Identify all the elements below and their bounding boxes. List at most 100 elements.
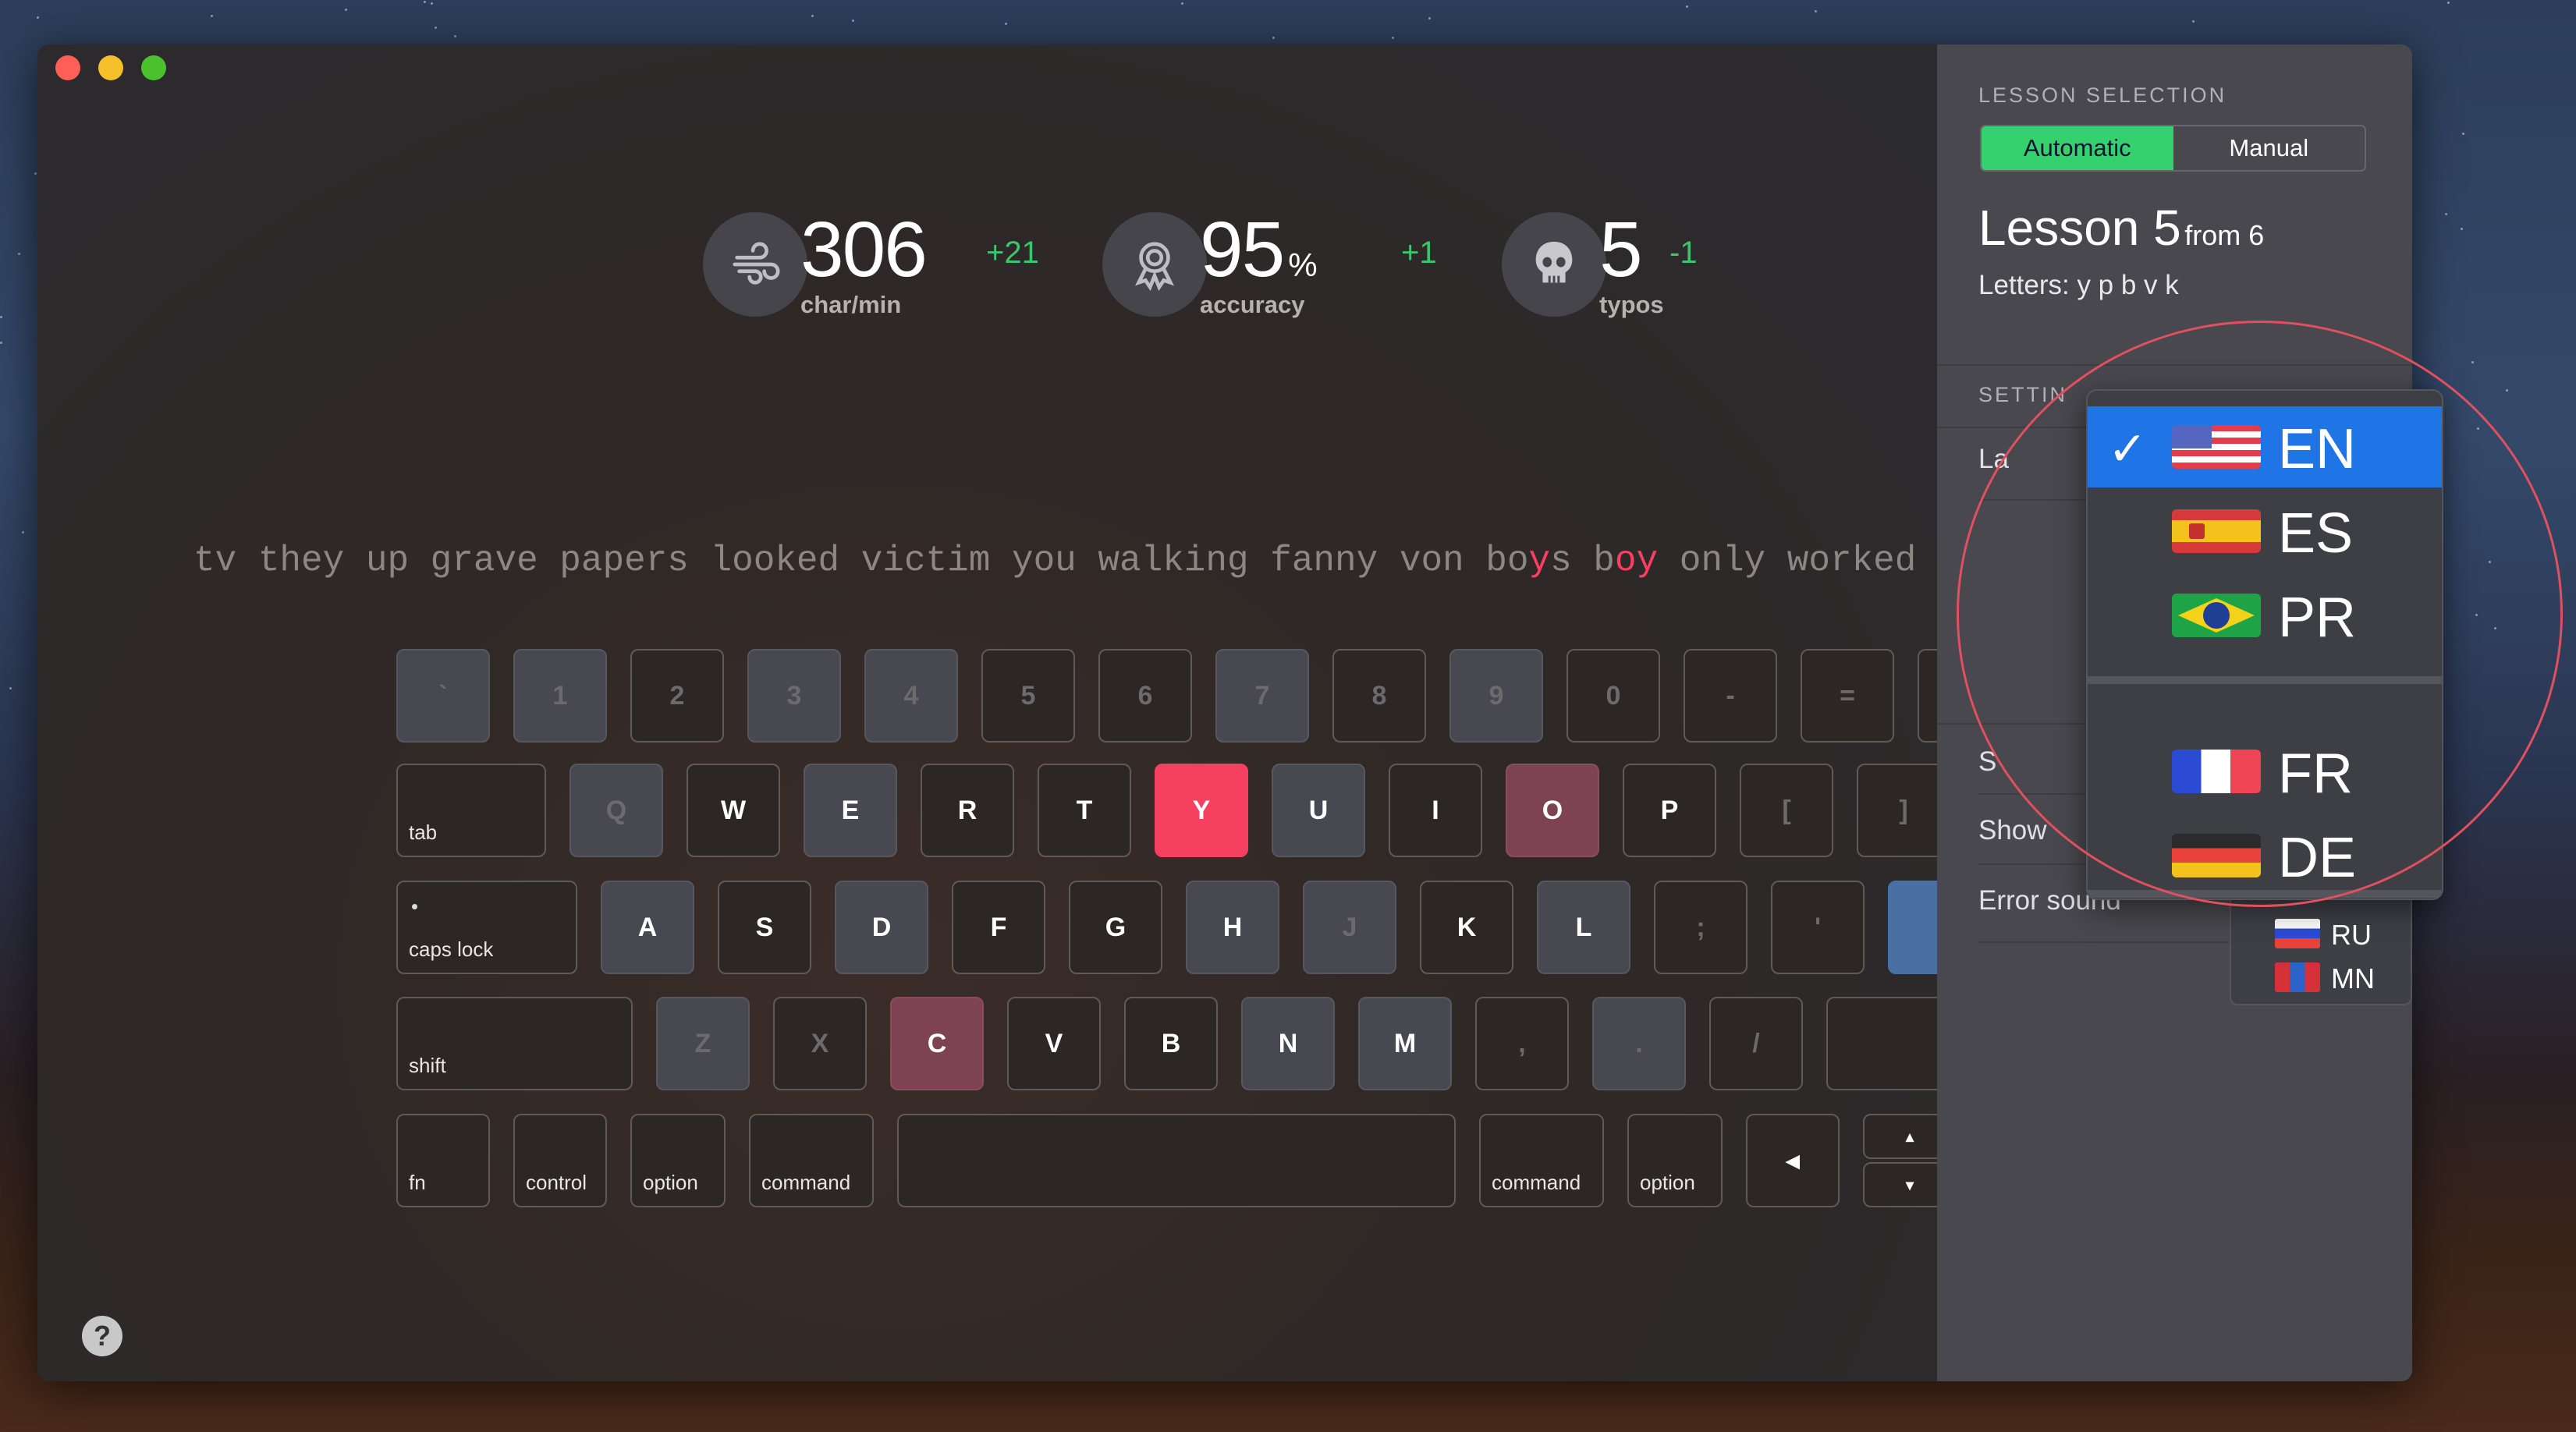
key-'[interactable]: ' xyxy=(1771,881,1865,974)
key-][interactable]: ] xyxy=(1857,764,1937,857)
key-command[interactable]: command xyxy=(1479,1114,1604,1207)
language-option-pr[interactable]: PR xyxy=(2088,575,2442,656)
star xyxy=(851,19,854,22)
key-Q[interactable]: Q xyxy=(569,764,663,857)
key-option[interactable]: option xyxy=(1627,1114,1723,1207)
key-/[interactable]: / xyxy=(1709,997,1803,1090)
key-4[interactable]: 4 xyxy=(864,649,958,743)
stat-delta: +1 xyxy=(1401,236,1437,270)
key-F[interactable]: F xyxy=(952,881,1045,974)
setting-s[interactable]: S xyxy=(1978,746,1996,778)
text-segment: s b xyxy=(1550,541,1615,581)
key-7[interactable]: 7 xyxy=(1215,649,1309,743)
star xyxy=(811,15,814,18)
key-5[interactable]: 5 xyxy=(981,649,1075,743)
key-;[interactable]: ; xyxy=(1654,881,1747,974)
setting-language[interactable]: La xyxy=(1978,444,2009,475)
key-S[interactable]: S xyxy=(718,881,811,974)
key-arrow-up[interactable]: ▴ xyxy=(1863,1114,1937,1159)
key-G[interactable]: G xyxy=(1069,881,1162,974)
minimize-window-button[interactable] xyxy=(98,55,123,80)
practice-text: tv they up grave papers looked victim yo… xyxy=(193,541,1937,581)
key-B[interactable]: B xyxy=(1124,997,1218,1090)
mode-manual-button[interactable]: Manual xyxy=(2173,126,2365,170)
key-option[interactable]: option xyxy=(630,1114,726,1207)
star xyxy=(1685,5,1688,8)
text-segment: tv they up grave papers looked victim yo… xyxy=(193,541,1529,581)
key-,[interactable]: , xyxy=(1475,997,1569,1090)
help-button[interactable]: ? xyxy=(82,1316,122,1356)
mode-automatic-button[interactable]: Automatic xyxy=(1982,126,2173,170)
key-H[interactable]: H xyxy=(1186,881,1279,974)
key-X[interactable]: X xyxy=(773,997,867,1090)
key-shift[interactable]: shift xyxy=(396,997,633,1090)
language-option-es[interactable]: ES xyxy=(2088,491,2442,572)
key-A[interactable]: A xyxy=(601,881,694,974)
key-R[interactable]: R xyxy=(921,764,1014,857)
key-arrow-down[interactable]: ▾ xyxy=(1863,1162,1937,1207)
key-L[interactable]: L xyxy=(1537,881,1630,974)
key-C[interactable]: C xyxy=(890,997,984,1090)
key-=[interactable]: = xyxy=(1801,649,1894,743)
close-window-button[interactable] xyxy=(55,55,80,80)
key-Z[interactable]: Z xyxy=(656,997,750,1090)
language-option-fr[interactable]: FR xyxy=(2088,731,2442,812)
key-W[interactable]: W xyxy=(687,764,780,857)
lesson-letters: Letters: y p b v k xyxy=(1978,270,2179,300)
key-P[interactable]: P xyxy=(1623,764,1716,857)
key-tab[interactable]: tab xyxy=(396,764,546,857)
key-caps-lock[interactable]: caps lock xyxy=(396,881,577,974)
key-2[interactable]: 2 xyxy=(630,649,724,743)
zoom-window-button[interactable] xyxy=(141,55,166,80)
key-fn[interactable]: fn xyxy=(396,1114,490,1207)
language-option-en[interactable]: ✓ EN xyxy=(2088,406,2442,487)
flag-mn-icon xyxy=(2275,962,2320,992)
key-blank[interactable] xyxy=(1888,881,1937,974)
stat-delta: +21 xyxy=(986,236,1039,270)
lesson-mode-segmented-control: Automatic Manual xyxy=(1980,125,2366,172)
stat-label: typos xyxy=(1599,291,1664,318)
key-◂[interactable]: ◂ xyxy=(1746,1114,1840,1207)
key-blank[interactable] xyxy=(1826,997,1937,1090)
key-9[interactable]: 9 xyxy=(1449,649,1543,743)
star xyxy=(36,16,39,19)
key-3[interactable]: 3 xyxy=(747,649,841,743)
key-space[interactable] xyxy=(897,1114,1456,1207)
key-O[interactable]: O xyxy=(1506,764,1599,857)
stat-number: 5 xyxy=(1599,206,1643,293)
star xyxy=(2460,228,2463,231)
key-I[interactable]: I xyxy=(1389,764,1482,857)
key--[interactable]: - xyxy=(1684,649,1777,743)
key-U[interactable]: U xyxy=(1272,764,1365,857)
key-K[interactable]: K xyxy=(1420,881,1513,974)
key-V[interactable]: V xyxy=(1007,997,1101,1090)
language-code: PR xyxy=(2278,587,2357,649)
key-T[interactable]: T xyxy=(1038,764,1131,857)
key-control[interactable]: control xyxy=(513,1114,607,1207)
key-.[interactable]: . xyxy=(1592,997,1686,1090)
app-window: 306 +21 char/min 95% +1 accuracy 5 -1 typos tv t… xyxy=(37,44,2412,1381)
key-J[interactable]: J xyxy=(1303,881,1396,974)
key-0[interactable]: 0 xyxy=(1567,649,1660,743)
language-dropdown-menu: ✓ EN ES PR FR DE xyxy=(2086,389,2443,900)
key-`[interactable]: ` xyxy=(396,649,490,743)
language-option-ru[interactable]: RU xyxy=(2331,919,2372,952)
key-Y[interactable]: Y xyxy=(1155,764,1248,857)
key-M[interactable]: M xyxy=(1358,997,1452,1090)
language-code: DE xyxy=(2278,827,2357,889)
key-command[interactable]: command xyxy=(749,1114,874,1207)
key-6[interactable]: 6 xyxy=(1098,649,1192,743)
lesson-selection-heading: LESSON SELECTION xyxy=(1978,83,2227,107)
key-1[interactable]: 1 xyxy=(513,649,607,743)
key-D[interactable]: D xyxy=(835,881,928,974)
setting-show[interactable]: Show xyxy=(1978,815,2047,846)
key-N[interactable]: N xyxy=(1241,997,1335,1090)
language-option-mn[interactable]: MN xyxy=(2331,962,2375,995)
key-8[interactable]: 8 xyxy=(1332,649,1426,743)
language-option-de[interactable]: DE xyxy=(2088,815,2442,896)
star xyxy=(1815,10,1818,13)
key-[[interactable]: [ xyxy=(1740,764,1833,857)
key-blank[interactable] xyxy=(1918,649,1937,743)
key-E[interactable]: E xyxy=(804,764,897,857)
star xyxy=(2446,1,2450,4)
